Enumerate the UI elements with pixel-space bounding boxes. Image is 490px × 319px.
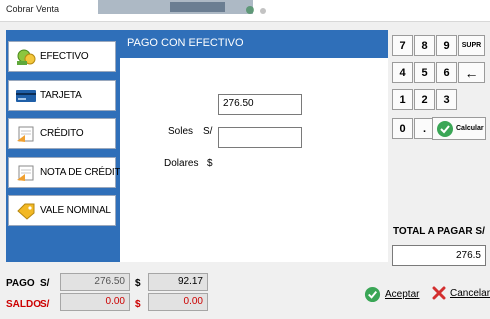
- dolares-input[interactable]: [218, 127, 302, 148]
- method-credit-button[interactable]: CRÉDITO: [8, 118, 116, 149]
- calculate-label: Calcular: [456, 125, 484, 132]
- pago-currency-soles: S/: [40, 278, 50, 289]
- pago-currency-dollar: $: [135, 278, 141, 289]
- background-window-ghost-field: [170, 2, 225, 12]
- cash-icon: [15, 48, 37, 66]
- cancel-x-icon: [432, 286, 446, 300]
- key-0[interactable]: 0: [392, 118, 413, 139]
- voucher-tag-icon: [15, 202, 37, 220]
- key-8[interactable]: 8: [414, 35, 435, 56]
- method-card-button[interactable]: TARJETA: [8, 80, 116, 111]
- window-title: Cobrar Venta: [6, 4, 60, 14]
- pago-soles-value: 276.50: [60, 273, 130, 291]
- dolares-label: Dolares: [164, 158, 199, 169]
- total-label: TOTAL A PAGAR S/: [393, 226, 485, 237]
- title-bar: Cobrar Venta: [0, 0, 490, 22]
- key-7[interactable]: 7: [392, 35, 413, 56]
- cancel-label: Cancelar: [450, 287, 490, 299]
- saldo-label: SALDO: [6, 299, 41, 310]
- cancel-button[interactable]: Cancelar: [432, 286, 490, 300]
- key-5[interactable]: 5: [414, 62, 435, 83]
- saldo-currency-dollar: $: [135, 299, 141, 310]
- method-card-label: TARJETA: [40, 90, 82, 101]
- card-icon: [15, 87, 37, 105]
- credit-note-icon: [15, 125, 37, 143]
- credit-document-icon: [15, 164, 37, 182]
- accept-label: Aceptar: [385, 289, 420, 300]
- check-icon: [364, 286, 381, 303]
- total-value: 276.5: [392, 245, 486, 266]
- method-credit-label: CRÉDITO: [40, 128, 84, 139]
- pago-dollar-value: 92.17: [148, 273, 208, 291]
- form-title: PAGO CON EFECTIVO: [127, 37, 244, 49]
- dolares-symbol: $: [207, 158, 213, 169]
- soles-input[interactable]: 276.50: [218, 94, 302, 115]
- saldo-currency-soles: S/: [40, 299, 50, 310]
- soles-symbol: S/: [203, 126, 213, 137]
- calculate-button[interactable]: Calcular: [432, 117, 486, 140]
- method-cash-label: EFECTIVO: [40, 51, 89, 62]
- background-status-dot-2: [260, 8, 266, 14]
- key-1[interactable]: 1: [392, 89, 413, 110]
- key-2[interactable]: 2: [414, 89, 435, 110]
- pago-label: PAGO: [6, 278, 35, 289]
- background-status-dot: [246, 6, 254, 14]
- form-header: PAGO CON EFECTIVO: [120, 30, 388, 58]
- method-voucher-button[interactable]: VALE NOMINAL: [8, 195, 116, 226]
- saldo-dollar-value: 0.00: [148, 293, 208, 311]
- method-credit-note-button[interactable]: NOTA DE CRÉDITO: [8, 157, 128, 188]
- key-4[interactable]: 4: [392, 62, 413, 83]
- method-voucher-label: VALE NOMINAL: [40, 205, 111, 216]
- payment-window: Cobrar Venta EFECTIVO TARJETA CRÉDITO NO…: [0, 0, 490, 319]
- calculator-icon: [436, 120, 454, 138]
- key-9[interactable]: 9: [436, 35, 457, 56]
- method-cash-button[interactable]: EFECTIVO: [8, 41, 116, 72]
- soles-label: Soles: [168, 126, 194, 137]
- key-supr[interactable]: SUPR: [458, 35, 485, 56]
- key-backspace[interactable]: ←: [458, 62, 485, 83]
- key-6[interactable]: 6: [436, 62, 457, 83]
- saldo-soles-value: 0.00: [60, 293, 130, 311]
- accept-button[interactable]: Aceptar: [364, 286, 419, 303]
- method-credit-note-label: NOTA DE CRÉDITO: [40, 167, 128, 178]
- key-3[interactable]: 3: [436, 89, 457, 110]
